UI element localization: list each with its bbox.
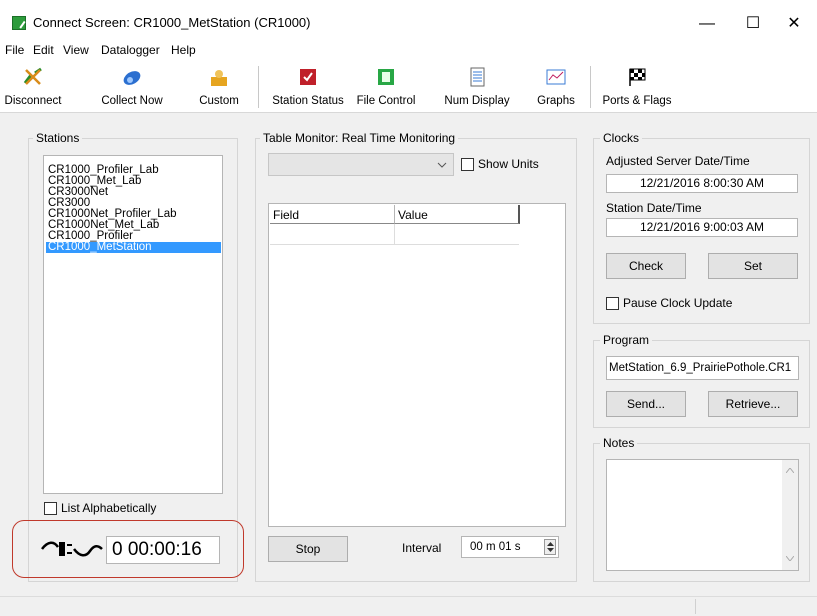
- table-select-dropdown[interactable]: [268, 153, 454, 176]
- connection-elapsed-time: 0 00:00:16: [106, 536, 220, 564]
- graphs-button[interactable]: Graphs: [532, 60, 580, 112]
- custom-label: Custom: [199, 95, 239, 107]
- table-row[interactable]: [270, 224, 395, 245]
- status-divider: [695, 599, 696, 614]
- num-display-button[interactable]: Num Display: [440, 60, 514, 112]
- program-title: Program: [600, 333, 653, 347]
- graphs-icon: [546, 69, 566, 85]
- stations-title: Stations: [33, 131, 83, 145]
- table-row[interactable]: [395, 224, 519, 245]
- notes-textarea[interactable]: [606, 459, 799, 571]
- field-column-label: Field: [273, 208, 300, 222]
- show-units-checkbox[interactable]: [461, 158, 474, 171]
- menu-edit[interactable]: Edit: [33, 43, 54, 57]
- disconnect-icon: [23, 67, 42, 85]
- disconnect-button[interactable]: Disconnect: [4, 60, 62, 112]
- station-status-button[interactable]: Station Status: [268, 60, 348, 112]
- interval-spinner[interactable]: 00 m 01 s: [461, 536, 559, 558]
- pause-clock-checkbox[interactable]: [606, 297, 619, 310]
- station-time-label: Station Date/Time: [606, 201, 702, 215]
- stations-list[interactable]: CR1000_Profiler_Lab CR1000_Met_Lab CR300…: [43, 155, 223, 494]
- ports-flags-button[interactable]: Ports & Flags: [600, 60, 674, 112]
- retrieve-button[interactable]: Retrieve...: [708, 391, 798, 417]
- table-header-value[interactable]: Value: [395, 205, 520, 224]
- file-control-button[interactable]: File Control: [353, 60, 419, 112]
- menu-bar: File Edit View Datalogger Help: [0, 40, 817, 60]
- table-monitor-title: Table Monitor: Real Time Monitoring: [260, 131, 459, 145]
- station-time-value: 12/21/2016 9:00:03 AM: [606, 218, 798, 237]
- stop-button[interactable]: Stop: [268, 536, 348, 562]
- file-control-icon: [378, 69, 394, 85]
- satellite-icon: [123, 71, 141, 85]
- app-icon: [12, 16, 26, 30]
- toolbar-separator: [258, 66, 259, 108]
- scroll-up-icon[interactable]: [786, 468, 794, 473]
- menu-help[interactable]: Help: [171, 43, 196, 57]
- clocks-title: Clocks: [600, 131, 643, 145]
- pause-clock-label: Pause Clock Update: [623, 296, 733, 310]
- menu-datalogger[interactable]: Datalogger: [101, 43, 160, 57]
- connection-plug-icon: [41, 541, 103, 557]
- interval-value: 00 m 01 s: [470, 541, 521, 553]
- menu-file[interactable]: File: [5, 43, 24, 57]
- server-time-label: Adjusted Server Date/Time: [606, 154, 750, 168]
- window-title: Connect Screen: CR1000_MetStation (CR100…: [33, 15, 311, 30]
- monitor-table[interactable]: Field Value: [268, 203, 566, 527]
- minimize-button[interactable]: —: [684, 8, 730, 40]
- toolbar: Disconnect Collect Now Custom Station St…: [0, 60, 817, 113]
- list-alphabetically-checkbox[interactable]: [44, 502, 57, 515]
- maximize-button[interactable]: ☐: [730, 8, 776, 40]
- toolbar-separator: [590, 66, 591, 108]
- file-control-label: File Control: [356, 95, 416, 107]
- collect-now-label: Collect Now: [101, 95, 163, 107]
- value-column-label: Value: [398, 208, 428, 222]
- server-time-value: 12/21/2016 8:00:30 AM: [606, 174, 798, 193]
- send-button[interactable]: Send...: [606, 391, 686, 417]
- notes-title: Notes: [600, 436, 638, 450]
- graphs-label: Graphs: [537, 95, 575, 107]
- station-status-icon: [300, 69, 316, 85]
- station-item-selected[interactable]: CR1000_MetStation: [46, 241, 221, 253]
- custom-icon: [211, 70, 227, 86]
- scroll-down-icon[interactable]: [786, 556, 794, 561]
- set-button[interactable]: Set: [708, 253, 798, 279]
- collect-now-button[interactable]: Collect Now: [98, 60, 166, 112]
- spin-arrows-icon: [547, 542, 554, 552]
- interval-spin-buttons[interactable]: [544, 539, 556, 555]
- checkered-flag-icon: [629, 68, 646, 86]
- check-button[interactable]: Check: [606, 253, 686, 279]
- station-status-label: Station Status: [272, 95, 344, 107]
- status-bar: [0, 596, 817, 616]
- menu-view[interactable]: View: [63, 43, 89, 57]
- title-bar: Connect Screen: CR1000_MetStation (CR100…: [0, 0, 817, 40]
- interval-label: Interval: [402, 541, 442, 555]
- custom-button[interactable]: Custom: [195, 60, 243, 112]
- num-display-label: Num Display: [444, 95, 510, 107]
- program-name-field[interactable]: MetStation_6.9_PrairiePothole.CR1: [606, 356, 799, 380]
- notes-scrollbar[interactable]: [782, 460, 798, 570]
- disconnect-label: Disconnect: [4, 95, 62, 107]
- ports-flags-label: Ports & Flags: [602, 95, 672, 107]
- table-header-field[interactable]: Field: [270, 205, 395, 224]
- num-display-icon: [470, 67, 485, 87]
- chevron-down-icon: [437, 162, 447, 168]
- show-units-label: Show Units: [478, 157, 539, 171]
- close-button[interactable]: ✕: [771, 8, 817, 40]
- list-alphabetically-label: List Alphabetically: [61, 501, 157, 515]
